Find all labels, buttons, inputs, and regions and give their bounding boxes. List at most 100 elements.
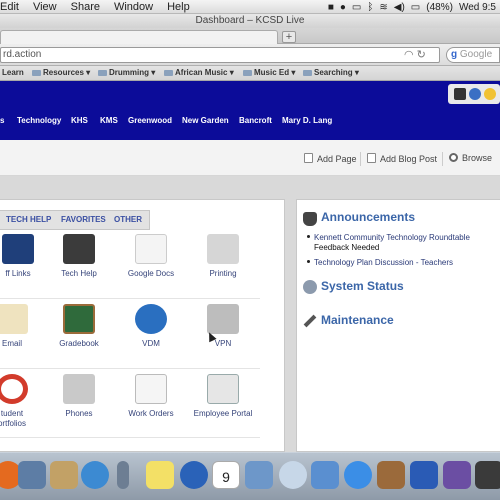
misc-icon[interactable] — [475, 461, 500, 489]
tile-work-orders[interactable]: Work Orders — [111, 374, 191, 419]
reload-icon[interactable]: ↻ — [417, 49, 426, 61]
itunes-icon[interactable] — [344, 461, 372, 489]
announcement-title[interactable]: Kennett Community Technology Roundtable — [314, 233, 470, 242]
search-engine-label: Google — [459, 49, 493, 60]
tile-gradebook[interactable]: Gradebook — [39, 304, 119, 349]
dvd-icon[interactable] — [279, 461, 307, 489]
wrench-icon — [303, 314, 317, 328]
clock[interactable]: Wed 9:5 — [459, 2, 496, 13]
bookmark-learn[interactable]: Learn — [2, 66, 24, 80]
script-icon[interactable] — [311, 461, 339, 489]
camera-icon[interactable]: ■ — [328, 2, 334, 13]
tab-other[interactable]: OTHER — [114, 215, 142, 224]
google-docs-icon — [135, 234, 167, 264]
row-divider — [0, 298, 260, 299]
nav-link-kms[interactable]: KMS — [100, 116, 118, 125]
bookmark-searching[interactable]: Searching ▾ — [303, 66, 359, 80]
nav-link-khs[interactable]: KHS — [71, 116, 88, 125]
menu-edit[interactable]: Edit — [0, 1, 19, 13]
announcement-sub: Feedback Needed — [314, 243, 380, 252]
chess-icon[interactable] — [245, 461, 273, 489]
action-bar: Add Page Add Blog Post Browse — [0, 140, 500, 176]
menu-help[interactable]: Help — [167, 1, 190, 13]
browse-label: Browse — [462, 153, 493, 163]
nav-link-greenwood[interactable]: Greenwood — [128, 116, 172, 125]
url-field[interactable]: rd.action — [0, 47, 440, 63]
nav-link-technology[interactable]: Technology — [17, 116, 61, 125]
tile-label: Gradebook — [59, 339, 99, 348]
calendar-icon[interactable]: 9 — [212, 461, 240, 489]
imovie-icon[interactable] — [443, 461, 471, 489]
rss-icon[interactable]: ◠ — [404, 49, 414, 61]
contacts-icon[interactable] — [50, 461, 78, 489]
new-tab-button[interactable]: + — [282, 31, 296, 43]
photo-icon[interactable] — [18, 461, 46, 489]
bookmark-african-music[interactable]: African Music ▾ — [164, 66, 234, 80]
gear-icon — [303, 280, 317, 294]
star-tool-icon[interactable] — [484, 88, 496, 100]
menu-window[interactable]: Window — [114, 1, 153, 13]
tab-tech-help[interactable]: TECH HELP — [6, 215, 51, 224]
browser-tab[interactable] — [0, 30, 278, 44]
list-item[interactable]: Technology Plan Discussion - Teachers — [307, 258, 497, 268]
stickies-icon[interactable] — [146, 461, 174, 489]
tile-printing[interactable]: Printing — [183, 234, 263, 279]
tile-vdm[interactable]: VDM — [111, 304, 191, 349]
nav-link-partial[interactable]: s — [0, 116, 4, 125]
menu-view[interactable]: View — [33, 1, 57, 13]
google-earth-icon[interactable] — [180, 461, 208, 489]
tile-vpn[interactable]: VPN — [183, 304, 263, 349]
google-icon: g — [451, 49, 458, 60]
tile-google-docs[interactable]: Google Docs — [111, 234, 191, 279]
tile-employee-portal[interactable]: Employee Portal — [183, 374, 263, 419]
list-item[interactable]: Kennett Community Technology Roundtable F… — [307, 233, 497, 253]
record-icon[interactable]: ● — [340, 2, 346, 13]
bookmark-label: Searching — [314, 68, 353, 77]
display-icon[interactable]: ▭ — [352, 2, 361, 13]
bookmark-music-ed[interactable]: Music Ed ▾ — [243, 66, 295, 80]
tile-tech-help[interactable]: Tech Help — [39, 234, 119, 279]
announcements-title[interactable]: Announcements — [321, 210, 415, 224]
tech-help-icon — [63, 234, 95, 264]
k-tool-icon[interactable] — [454, 88, 466, 100]
guitar-icon[interactable] — [377, 461, 405, 489]
maintenance-title[interactable]: Maintenance — [321, 313, 394, 327]
announcement-title[interactable]: Technology Plan Discussion - Teachers — [314, 258, 453, 267]
word-icon[interactable] — [410, 461, 438, 489]
bookmark-label: Resources — [43, 68, 84, 77]
battery-icon[interactable]: ▭ — [411, 2, 420, 13]
facetime-icon[interactable] — [81, 461, 109, 489]
tab-favorites[interactable]: FAVORITES — [61, 215, 106, 224]
wifi-icon[interactable]: ≋ — [379, 2, 387, 13]
nav-link-bancroft[interactable]: Bancroft — [239, 116, 272, 125]
divider — [360, 152, 361, 166]
nav-link-new-garden[interactable]: New Garden — [182, 116, 229, 125]
add-page-label: Add Page — [317, 154, 357, 164]
tile-label: Work Orders — [128, 409, 174, 418]
menu-share[interactable]: Share — [71, 1, 100, 13]
nav-link-mary-d-lang[interactable]: Mary D. Lang — [282, 116, 332, 125]
microphone-icon — [303, 212, 317, 226]
bookmarks-bar: Learn Resources ▾ Drumming ▾ African Mus… — [0, 66, 500, 81]
add-blog-post-button[interactable]: Add Blog Post — [367, 153, 437, 164]
chalkboard-icon — [63, 304, 95, 334]
clip-icon[interactable] — [117, 461, 129, 489]
bookmark-drumming[interactable]: Drumming ▾ — [98, 66, 155, 80]
tile-label: VPN — [214, 339, 232, 348]
bluetooth-icon[interactable]: ᛒ — [367, 2, 373, 13]
divider — [442, 152, 443, 166]
site-header: s Technology KHS KMS Greenwood New Garde… — [0, 81, 500, 140]
volume-icon[interactable]: ◀) — [394, 2, 405, 13]
globe-tool-icon[interactable] — [469, 88, 481, 100]
add-page-button[interactable]: Add Page — [304, 153, 357, 164]
mac-menubar: Edit View Share Window Help ■ ● ▭ ᛒ ≋ ◀)… — [0, 0, 500, 14]
tile-phones[interactable]: Phones — [39, 374, 119, 419]
tile-label: VDM — [142, 339, 160, 348]
search-field[interactable]: g Google — [446, 47, 500, 63]
page-icon — [304, 153, 313, 163]
bookmark-label: African Music — [175, 68, 228, 77]
bookmark-resources[interactable]: Resources ▾ — [32, 66, 90, 80]
tab-strip: + — [0, 28, 500, 44]
system-status-title[interactable]: System Status — [321, 279, 404, 293]
browse-button[interactable]: Browse — [449, 153, 492, 163]
